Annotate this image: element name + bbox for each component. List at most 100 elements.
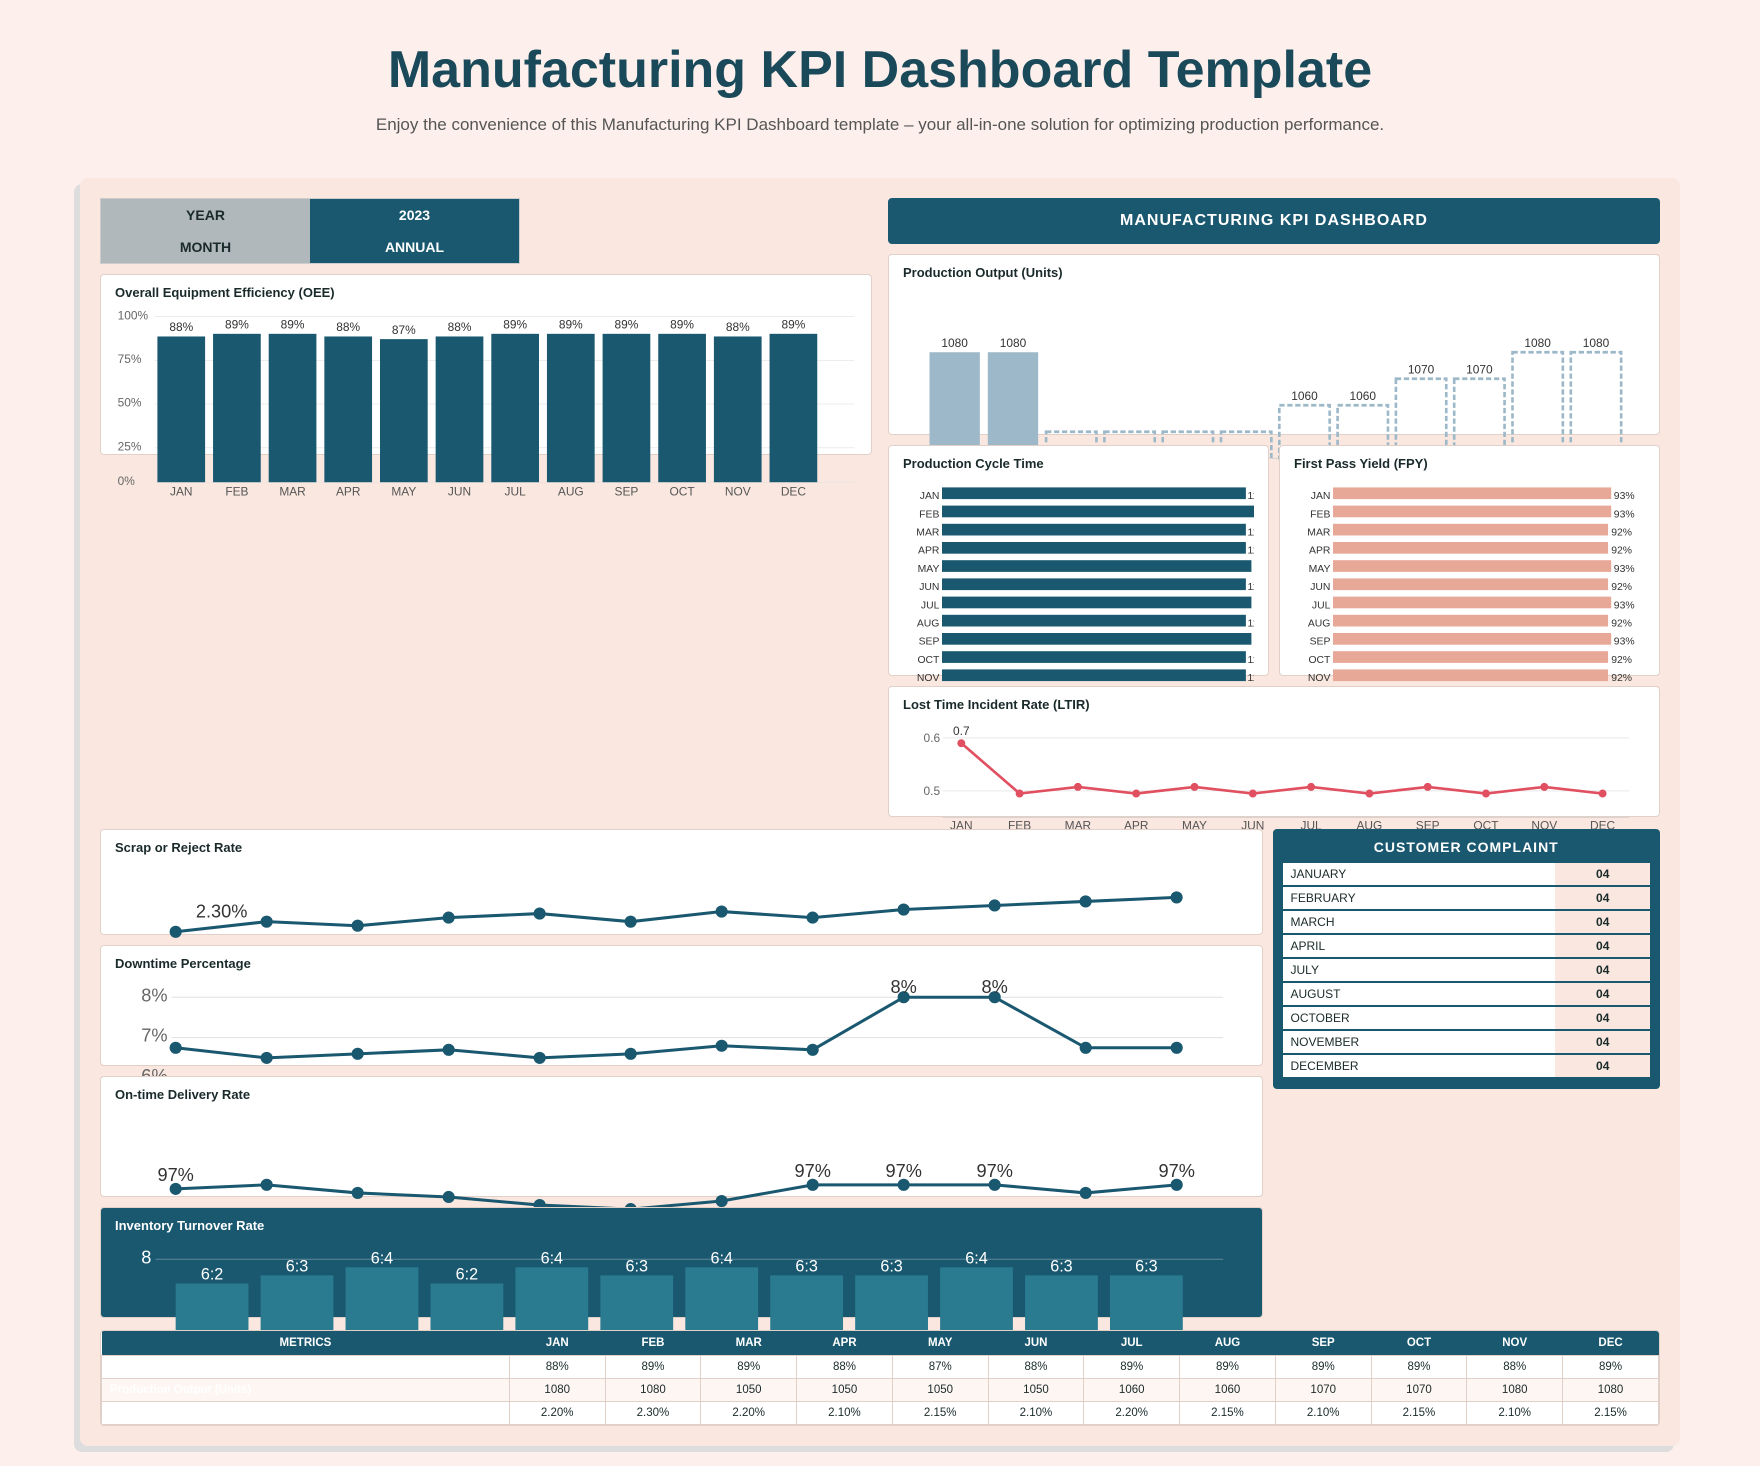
svg-text:93%: 93% [1614,636,1635,647]
metrics-col-header: SEP [1275,1331,1371,1356]
downtime-box: Downtime Percentage 8% 7% 6% [100,945,1263,1066]
metrics-row-label: Overall Equipment Efficiency (OEE) [102,1355,510,1378]
metrics-col-header: AUG [1180,1331,1276,1356]
svg-text:92%: 92% [1611,582,1632,593]
svg-text:MAY: MAY [391,484,416,498]
svg-text:93%: 93% [1614,491,1635,502]
metrics-cell: 2.15% [892,1401,988,1424]
svg-text:JAN: JAN [170,484,193,498]
cc-month: NOVEMBER [1283,1030,1556,1054]
metrics-cell: 88% [797,1355,893,1378]
cc-table: JANUARY04FEBRUARY04MARCH04APRIL04JULY04A… [1283,863,1651,1079]
cc-title: CUSTOMER COMPLAINT [1283,839,1651,855]
month-value: ANNUAL [310,231,519,263]
cc-month: JANUARY [1283,863,1556,886]
cc-row: APRIL04 [1283,934,1651,958]
metrics-cell: 2.15% [1371,1401,1467,1424]
svg-text:6:3: 6:3 [286,1257,308,1275]
svg-text:JAN: JAN [920,491,940,502]
svg-text:0.7: 0.7 [953,724,970,738]
svg-text:89%: 89% [781,317,805,331]
svg-text:2.30%: 2.30% [196,901,248,921]
svg-text:APR: APR [336,484,361,498]
metrics-cell: 89% [701,1355,797,1378]
svg-text:87%: 87% [392,322,416,336]
metrics-cell: 88% [1467,1355,1563,1378]
inventory-title: Inventory Turnover Rate [115,1218,1248,1233]
svg-text:88%: 88% [448,320,472,334]
metrics-cell: 1080 [1563,1378,1659,1401]
svg-text:MAR: MAR [1307,527,1331,538]
svg-text:APR: APR [1309,545,1331,556]
metrics-cell: 89% [1371,1355,1467,1378]
metrics-col-header: METRICS [102,1331,510,1356]
metrics-cell: 1050 [988,1378,1084,1401]
svg-text:1080: 1080 [1000,335,1027,349]
cc-row: FEBRUARY04 [1283,886,1651,910]
on-time-box: On-time Delivery Rate [100,1076,1263,1197]
month-label: MONTH [101,231,310,263]
svg-text:0.5: 0.5 [924,783,941,797]
left-panel: YEAR 2023 MONTH ANNUAL Overall Equipment… [100,198,872,817]
metrics-cell: 1080 [605,1378,701,1401]
metrics-col-header: DEC [1563,1331,1659,1356]
metrics-cell: 89% [1275,1355,1371,1378]
metrics-col-header: FEB [605,1331,701,1356]
svg-text:88%: 88% [169,320,193,334]
cc-month: OCTOBER [1283,1006,1556,1030]
svg-text:0%: 0% [118,473,136,487]
cycle-time-title: Production Cycle Time [903,456,1254,471]
svg-text:NOV: NOV [917,673,940,684]
inventory-chart: 8 [115,1239,1248,1309]
metrics-row-label: Scrap or Reject Rate [102,1401,510,1424]
svg-text:100%: 100% [118,308,149,322]
metrics-cell: 1080 [1467,1378,1563,1401]
svg-text:MAY: MAY [918,563,940,574]
production-output-svg: 1080 1080 1060 [903,286,1645,472]
cc-month: JULY [1283,958,1556,982]
svg-text:FEB: FEB [225,484,248,498]
cc-month: AUGUST [1283,982,1556,1006]
metrics-col-header: APR [797,1331,893,1356]
metrics-cell: 2.20% [1084,1401,1180,1424]
cc-value: 04 [1555,1006,1650,1030]
fpy-box: First Pass Yield (FPY) JAN 93% FEB 93% M… [1279,445,1660,676]
ltir-chart: 0.6 0.5 [903,718,1645,808]
svg-text:8%: 8% [891,977,917,997]
svg-text:JAN: JAN [1311,491,1331,502]
svg-text:7%: 7% [141,1025,167,1045]
svg-text:92%: 92% [1611,654,1632,665]
metrics-col-header: JUL [1084,1331,1180,1356]
svg-text:1080: 1080 [941,335,968,349]
metrics-cell: 2.20% [509,1401,605,1424]
svg-text:AUG: AUG [917,618,940,629]
on-time-title: On-time Delivery Rate [115,1087,1248,1102]
svg-text:JUL: JUL [505,484,527,498]
metrics-cell: 1050 [701,1378,797,1401]
svg-text:6:3: 6:3 [795,1257,817,1275]
cc-value: 04 [1555,1030,1650,1054]
svg-text:JUL: JUL [1312,600,1331,611]
svg-text:11: 11 [1248,491,1255,502]
metrics-cell: 2.15% [1180,1401,1276,1424]
scrap-chart: 2.30% [115,861,1248,926]
metrics-col-header: MAR [701,1331,797,1356]
fpy-title: First Pass Yield (FPY) [1294,456,1645,471]
oee-chart-area: 100% 75% 50% 25% 0% [115,306,857,446]
svg-text:92%: 92% [1611,618,1632,629]
top-section: YEAR 2023 MONTH ANNUAL Overall Equipment… [100,198,1660,817]
inventory-box: Inventory Turnover Rate 8 [100,1207,1263,1318]
svg-text:93%: 93% [1614,563,1635,574]
metrics-col-header: OCT [1371,1331,1467,1356]
svg-text:6:4: 6:4 [965,1249,987,1267]
metrics-cell: 2.15% [1563,1401,1659,1424]
svg-text:11: 11 [1248,673,1255,684]
svg-text:0.6: 0.6 [924,730,941,744]
svg-text:6:3: 6:3 [1050,1257,1072,1275]
svg-text:11: 11 [1248,527,1255,538]
metrics-cell: 88% [509,1355,605,1378]
svg-text:97%: 97% [157,1164,193,1184]
oee-svg: 100% 75% 50% 25% 0% [115,306,857,498]
svg-text:APR: APR [918,545,940,556]
svg-text:1060: 1060 [1291,388,1318,402]
